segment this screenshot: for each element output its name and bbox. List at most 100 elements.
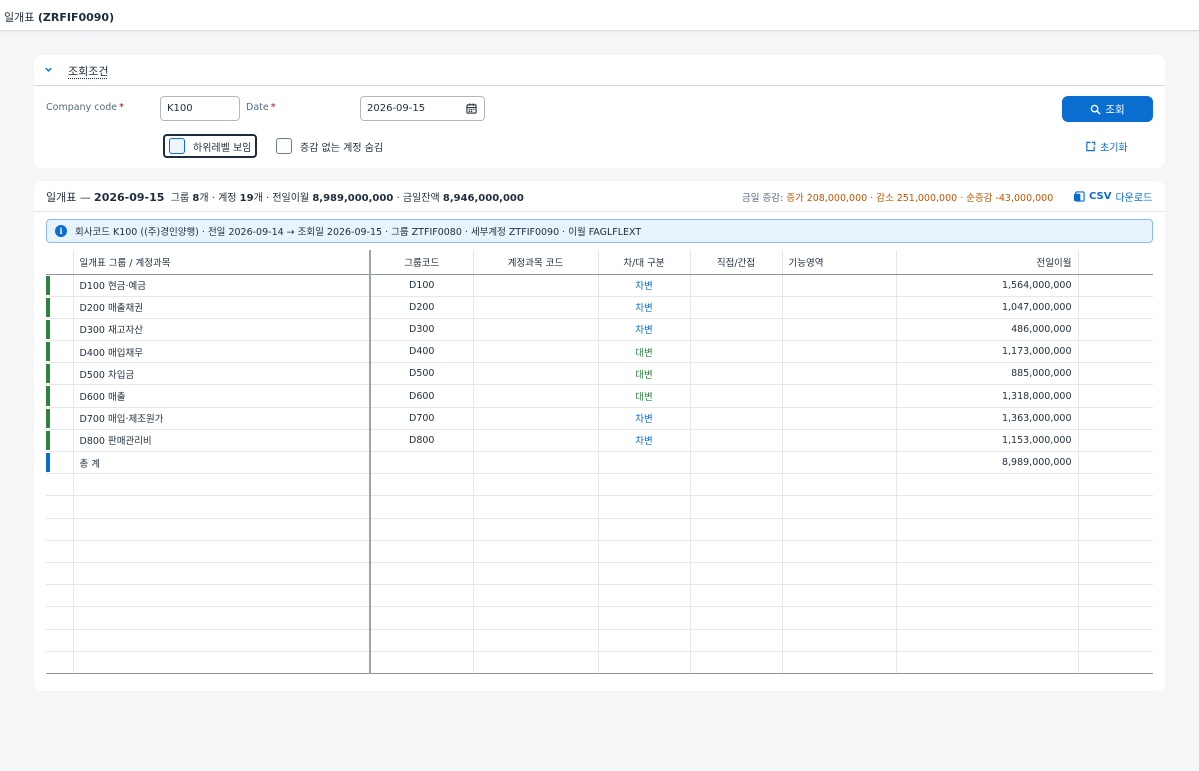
- show-sublevel-checkbox[interactable]: 하위레벨 보임: [163, 134, 258, 158]
- row-indicator[interactable]: [46, 318, 74, 342]
- functional-area-cell: [782, 296, 897, 319]
- empty-row: [46, 629, 1153, 652]
- hide-zero-checkbox[interactable]: 증감 없는 계정 숨김: [276, 135, 383, 157]
- empty-cell: [73, 473, 371, 497]
- empty-cell: [690, 473, 783, 497]
- row-indicator: [46, 473, 74, 497]
- group-code-cell: D300: [370, 318, 474, 342]
- empty-cell: [896, 495, 1079, 519]
- row-indicator: [46, 518, 74, 541]
- total-row[interactable]: 총 계 8,989,000,000: [46, 451, 1153, 475]
- result-summary: 일개표 — 2026-09-15 그룹 8개 · 계정 19개 · 전일이월 8…: [46, 191, 524, 204]
- account-code-cell: [473, 407, 599, 430]
- empty-cell: [690, 562, 783, 586]
- account-code-cell: [473, 340, 599, 364]
- column-header-prev-balance[interactable]: 전일이월: [896, 250, 1079, 275]
- row-status-bar: [46, 275, 50, 295]
- empty-cell: [896, 584, 1079, 608]
- prev-balance-cell: 885,000,000: [896, 362, 1079, 386]
- reset-button[interactable]: 초기화: [1085, 139, 1128, 154]
- group-code-cell: D800: [370, 429, 474, 453]
- empty-cell: [473, 606, 599, 630]
- empty-cell: [73, 495, 371, 519]
- empty-cell: [1078, 584, 1153, 608]
- direct-indirect-cell: [690, 407, 783, 430]
- date-label: Date *: [246, 102, 276, 113]
- row-indicator[interactable]: [46, 362, 74, 386]
- result-panel: 일개표 — 2026-09-15 그룹 8개 · 계정 19개 · 전일이월 8…: [34, 181, 1165, 691]
- date-input[interactable]: 2026-09-15: [360, 96, 485, 121]
- empty-cell: [473, 629, 599, 652]
- table-row[interactable]: D700 매입·제조원가 D700 차변 1,363,000,000: [46, 407, 1153, 430]
- company-code-input[interactable]: K100: [160, 96, 240, 121]
- empty-cell: [598, 629, 691, 652]
- row-indicator[interactable]: [46, 274, 74, 297]
- empty-row: [46, 540, 1153, 563]
- empty-cell: [896, 540, 1079, 563]
- table-row[interactable]: D500 차입금 D500 대변 885,000,000: [46, 362, 1153, 386]
- group-name-cell: D500 차입금: [73, 362, 371, 386]
- table-row[interactable]: D200 매출채권 D200 차변 1,047,000,000: [46, 296, 1153, 319]
- row-indicator[interactable]: [46, 407, 74, 430]
- table-row[interactable]: D800 판매관리비 D800 차변 1,153,000,000: [46, 429, 1153, 453]
- empty-cell: [896, 606, 1079, 630]
- column-header-group-code[interactable]: 그룹코드: [370, 250, 474, 275]
- filter-header[interactable]: 조회조건: [34, 55, 1165, 86]
- direct-indirect-cell: [690, 384, 783, 408]
- account-code-cell: [473, 429, 599, 453]
- account-code-cell: [473, 318, 599, 342]
- row-status-bar: [46, 408, 50, 428]
- empty-cell: [370, 562, 474, 586]
- column-header-account-code[interactable]: 계정과목 코드: [473, 250, 599, 275]
- table-row[interactable]: D100 현금·예금 D100 차변 1,564,000,000: [46, 274, 1153, 297]
- row-indicator[interactable]: [46, 429, 74, 453]
- chevron-down-icon[interactable]: [43, 64, 54, 75]
- empty-cell: [598, 562, 691, 586]
- filter-section-title[interactable]: 조회조건: [68, 63, 108, 79]
- column-header-functional-area[interactable]: 기능영역: [782, 250, 897, 275]
- empty-cell: [1078, 562, 1153, 586]
- info-message-strip: i 회사코드 K100 ((주)경인양행) · 전일 2026-09-14 → …: [46, 219, 1153, 243]
- empty-cell: [473, 584, 599, 608]
- functional-area-cell: [782, 340, 897, 364]
- table-row[interactable]: D600 매출 D600 대변 1,318,000,000: [46, 384, 1153, 408]
- row-indicator[interactable]: [46, 384, 74, 408]
- checkbox-box[interactable]: [169, 138, 185, 154]
- row-indicator[interactable]: [46, 296, 74, 319]
- group-name-cell: D300 재고자산: [73, 318, 371, 342]
- prev-balance-cell: 1,564,000,000: [896, 274, 1079, 297]
- row-indicator: [46, 562, 74, 586]
- empty-cell: [782, 629, 897, 652]
- column-header-debit-credit[interactable]: 차/대 구분: [598, 250, 691, 275]
- calendar-icon[interactable]: [466, 103, 477, 114]
- row-status-bar: [46, 430, 50, 450]
- search-button[interactable]: 조회: [1062, 96, 1153, 122]
- prev-balance-cell: 1,318,000,000: [896, 384, 1079, 408]
- column-header-direct-indirect[interactable]: 직접/간접: [690, 250, 783, 275]
- column-header-name[interactable]: 일개표 그룹 / 계정과목: [73, 250, 371, 275]
- row-status-bar: [46, 297, 50, 317]
- empty-cell: [473, 562, 599, 586]
- app-title: 일개표 (ZRFIF0090): [4, 11, 115, 24]
- empty-cell: [598, 473, 691, 497]
- row-indicator[interactable]: [46, 451, 74, 475]
- empty-cell: [370, 451, 474, 475]
- empty-cell: [370, 584, 474, 608]
- empty-cell: [473, 451, 599, 475]
- table-row[interactable]: D300 재고자산 D300 차변 486,000,000: [46, 318, 1153, 342]
- empty-cell: [370, 540, 474, 563]
- table-row[interactable]: D400 매입채무 D400 대변 1,173,000,000: [46, 340, 1153, 364]
- empty-cell: [690, 451, 783, 475]
- filler-cell: [1078, 429, 1153, 453]
- csv-download-button[interactable]: CSV 다운로드: [1073, 189, 1152, 204]
- checkbox-box[interactable]: [276, 138, 292, 154]
- empty-row: [46, 518, 1153, 541]
- debit-credit-cell: 대변: [598, 384, 691, 408]
- row-selector-header[interactable]: [46, 250, 74, 275]
- empty-cell: [598, 606, 691, 630]
- functional-area-cell: [782, 429, 897, 453]
- empty-cell: [370, 518, 474, 541]
- empty-cell: [598, 651, 691, 674]
- empty-cell: [690, 629, 783, 652]
- row-indicator[interactable]: [46, 340, 74, 364]
